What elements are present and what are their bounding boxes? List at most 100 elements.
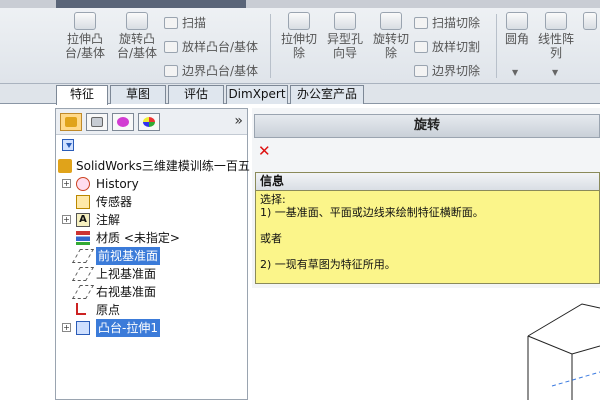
info-message: 选择: 1) 一基准面、平面或边线来绘制特征横断面。 或者 2) 一现有草图为特… — [256, 191, 599, 283]
boundary-boss-button[interactable]: 边界凸台/基体 — [164, 62, 258, 79]
tree-item-top-plane[interactable]: 上视基准面 — [56, 265, 247, 283]
lofted-cut-label: 放样切割 — [432, 40, 481, 54]
info-groupbox: 信息 选择: 1) 一基准面、平面或边线来绘制特征横断面。 或者 2) 一现有草… — [255, 172, 600, 284]
tree-item-label: 传感器 — [96, 195, 133, 209]
material-icon — [76, 231, 90, 245]
hole-wizard-label: 异型孔 向导 — [326, 32, 363, 60]
revolve-boss-button[interactable]: 旋转凸 台/基体 — [114, 12, 160, 60]
fillet-label: 圆角 — [504, 32, 529, 46]
hole-wizard-button[interactable]: 异型孔 向导 — [324, 12, 366, 60]
swept-cut-button[interactable]: 扫描切除 — [414, 14, 480, 31]
loft-label: 放样凸台/基体 — [182, 40, 259, 54]
model-preview — [527, 303, 600, 400]
info-line: 选择: — [260, 193, 286, 206]
property-manager-title: 旋转 — [254, 114, 600, 138]
extrude-cut-label: 拉伸切 除 — [280, 32, 317, 60]
property-icon — [91, 117, 103, 127]
origin-icon — [76, 303, 86, 315]
sweep-label: 扫描 — [182, 16, 207, 30]
display-manager-icon — [143, 117, 155, 127]
title-bar-logo-area — [56, 0, 246, 8]
pane-toolbar: » — [56, 109, 247, 135]
command-manager-ribbon: 拉伸凸 台/基体 旋转凸 台/基体 扫描 放样凸台/基体 边界凸台/基体 拉伸切… — [0, 8, 600, 84]
cancel-icon[interactable]: ✕ — [258, 144, 272, 159]
boundary-cut-icon — [414, 65, 428, 77]
model-edge — [527, 335, 600, 355]
info-line — [260, 219, 595, 232]
linear-pattern-button[interactable]: 线性阵 列 — [536, 12, 576, 60]
more-features-button[interactable] — [580, 12, 600, 32]
expand-toggle-icon[interactable]: + — [62, 215, 71, 224]
configuration-icon — [117, 117, 129, 127]
tab-office-products[interactable]: 办公室产品 — [290, 85, 364, 104]
sweep-button[interactable]: 扫描 — [164, 14, 206, 31]
linear-pattern-label: 线性阵 列 — [537, 32, 574, 60]
extrude-boss-label: 拉伸凸 台/基体 — [64, 32, 106, 60]
boundary-boss-icon — [164, 65, 178, 77]
tree-item-part[interactable]: SolidWorks三维建模训练一百五 — [56, 157, 250, 175]
tree-item-label: 凸台-拉伸1 — [96, 319, 160, 337]
extrude-cut-button[interactable]: 拉伸切 除 — [278, 12, 320, 60]
tree-item-boss-extrude1[interactable]: + 凸台-拉伸1 — [56, 319, 247, 337]
annotation-icon: A — [76, 213, 90, 227]
tree-item-right-plane[interactable]: 右视基准面 — [56, 283, 247, 301]
fillet-icon — [506, 12, 528, 30]
sketch-line — [551, 371, 600, 387]
info-line — [260, 245, 595, 258]
tree-item-label: SolidWorks三维建模训练一百五 — [76, 159, 250, 173]
expand-toggle-icon[interactable]: + — [62, 179, 71, 188]
tree-item-label: 上视基准面 — [96, 267, 157, 281]
feature-manager-pane: » SolidWorks三维建模训练一百五 + History 传感器 + A … — [55, 108, 250, 400]
plane-icon — [71, 267, 95, 281]
tree-item-origin[interactable]: 原点 — [56, 301, 247, 319]
info-line: 或者 — [260, 232, 282, 245]
graphics-area[interactable] — [252, 288, 600, 400]
tree-item-label: 前视基准面 — [96, 247, 161, 265]
extrude-boss-icon — [74, 12, 96, 30]
sweep-icon — [164, 17, 178, 29]
swept-cut-icon — [414, 17, 428, 29]
feature-manager-tab[interactable] — [60, 113, 82, 131]
display-manager-tab[interactable] — [138, 113, 160, 131]
boundary-cut-button[interactable]: 边界切除 — [414, 62, 480, 79]
revolve-cut-button[interactable]: 旋转切 除 — [370, 12, 412, 60]
pane-expand-button[interactable]: » — [234, 113, 243, 129]
tree-item-material[interactable]: 材质 <未指定> — [56, 229, 247, 247]
fillet-button[interactable]: 圆角 — [500, 12, 534, 46]
filter-icon[interactable] — [62, 139, 74, 151]
sensor-icon — [76, 195, 90, 209]
info-line: 1) 一基准面、平面或边线来绘制特征横断面。 — [260, 206, 484, 219]
tab-sketch[interactable]: 草图 — [110, 85, 166, 104]
revolve-boss-label: 旋转凸 台/基体 — [116, 32, 158, 60]
boundary-boss-label: 边界凸台/基体 — [182, 64, 259, 78]
expand-toggle-icon[interactable]: + — [62, 323, 71, 332]
tree-item-annotations[interactable]: + A 注解 — [56, 211, 247, 229]
linear-pattern-icon — [545, 12, 567, 30]
revolve-cut-icon — [380, 12, 402, 30]
plane-icon — [71, 285, 95, 299]
hole-wizard-icon — [334, 12, 356, 30]
loft-icon — [164, 41, 178, 53]
tree-item-sensors[interactable]: 传感器 — [56, 193, 247, 211]
loft-button[interactable]: 放样凸台/基体 — [164, 38, 258, 55]
extrude-boss-button[interactable]: 拉伸凸 台/基体 — [62, 12, 108, 60]
fillet-dropdown-icon[interactable]: ▼ — [512, 68, 518, 77]
tree-item-front-plane[interactable]: 前视基准面 — [56, 247, 247, 265]
lofted-cut-button[interactable]: 放样切割 — [414, 38, 480, 55]
model-edge — [527, 303, 600, 337]
property-manager-pane: 旋转 ✕ 信息 选择: 1) 一基准面、平面或边线来绘制特征横断面。 或者 2)… — [252, 108, 600, 288]
ribbon-separator — [496, 14, 497, 78]
info-line: 2) 一现有草图为特征所用。 — [260, 258, 396, 271]
tab-features[interactable]: 特征 — [56, 85, 108, 105]
tree-item-history[interactable]: + History — [56, 175, 247, 193]
tab-evaluate[interactable]: 评估 — [168, 85, 224, 104]
revolve-cut-label: 旋转切 除 — [372, 32, 409, 60]
tab-dimxpert[interactable]: DimXpert — [226, 85, 288, 104]
configuration-manager-tab[interactable] — [112, 113, 134, 131]
tree-item-label: History — [96, 177, 139, 191]
swept-cut-label: 扫描切除 — [432, 16, 481, 30]
property-manager-tab[interactable] — [86, 113, 108, 131]
history-icon — [76, 177, 90, 191]
linear-pattern-dropdown-icon[interactable]: ▼ — [552, 68, 558, 77]
lofted-cut-icon — [414, 41, 428, 53]
